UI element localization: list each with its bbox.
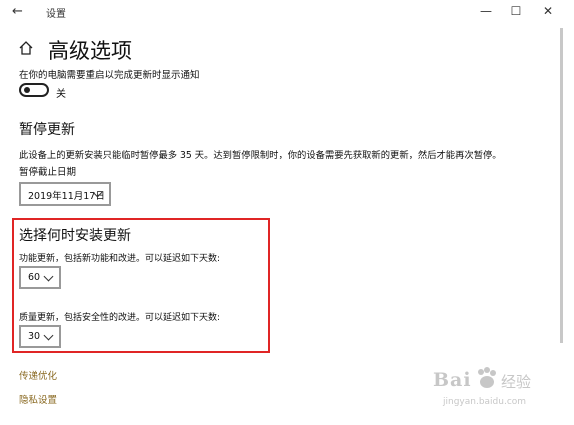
watermark-url: jingyan.baidu.com	[443, 397, 527, 407]
back-button[interactable]: ←	[12, 4, 30, 20]
chevron-down-icon	[43, 271, 54, 282]
page-title: 高级选项	[48, 39, 132, 63]
quality-defer-dropdown[interactable]: 30	[19, 325, 61, 348]
pause-description: 此设备上的更新安装只能临时暂停最多 35 天。达到暂停限制时，你的设备需要先获取…	[19, 150, 502, 161]
chevron-down-icon	[43, 330, 54, 341]
install-time-heading: 选择何时安装更新	[19, 228, 131, 244]
quality-update-label: 质量更新，包括安全性的改进。可以延迟如下天数:	[19, 313, 221, 323]
scrollbar[interactable]	[560, 28, 563, 343]
toggle-state-label: 关	[56, 89, 66, 100]
window-title: 设置	[46, 9, 66, 20]
paw-icon	[478, 367, 496, 388]
close-button[interactable]: ✕	[536, 2, 560, 20]
watermark-brand: Bai	[433, 369, 472, 391]
watermark-brand-cn: 经验	[501, 373, 532, 391]
pause-date-label: 暂停截止日期	[19, 167, 77, 178]
maximize-button[interactable]: ☐	[504, 2, 528, 20]
restart-notify-toggle[interactable]	[19, 83, 49, 97]
restart-notify-label: 在你的电脑需要重启以完成更新时显示通知	[19, 70, 200, 81]
title-bar: ← 设置 — ☐ ✕	[0, 0, 574, 24]
quality-defer-value: 30	[28, 331, 41, 342]
home-icon[interactable]	[18, 40, 34, 56]
feature-update-label: 功能更新，包括新功能和改进。可以延迟如下天数:	[19, 254, 221, 264]
pause-updates-heading: 暂停更新	[19, 122, 75, 138]
delivery-optimization-link[interactable]: 传递优化	[19, 368, 57, 382]
feature-defer-dropdown[interactable]: 60	[19, 266, 61, 289]
baidu-watermark: Bai 经验 jingyan.baidu.com	[433, 363, 543, 413]
minimize-button[interactable]: —	[474, 2, 498, 20]
pause-date-dropdown[interactable]: 2019年11月17日	[19, 182, 111, 206]
toggle-knob	[24, 87, 30, 93]
feature-defer-value: 60	[28, 272, 41, 283]
privacy-settings-link[interactable]: 隐私设置	[19, 392, 57, 406]
